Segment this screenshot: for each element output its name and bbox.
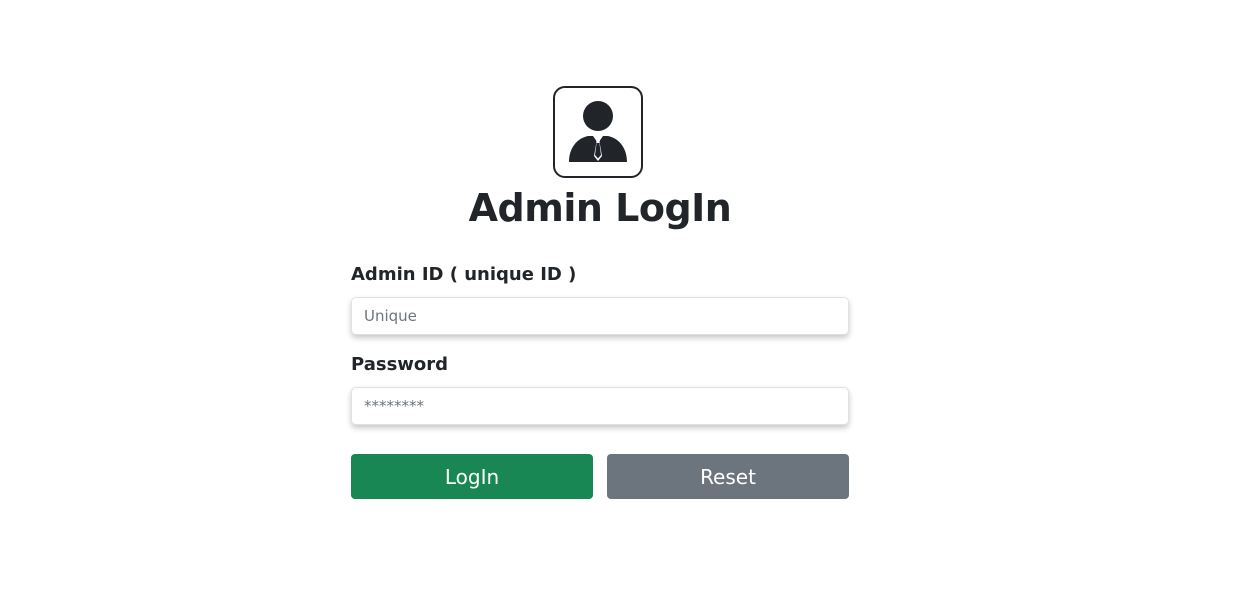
password-label: Password	[351, 354, 449, 375]
admin-logo	[553, 86, 643, 178]
page-title: Admin LogIn	[468, 186, 732, 230]
login-page: Admin LogIn Admin ID ( unique ID ) Passw…	[0, 0, 1234, 589]
password-group: Password	[351, 352, 849, 425]
password-input[interactable]	[351, 387, 849, 425]
form-actions: LogIn Reset	[351, 454, 849, 499]
admin-id-group: Admin ID ( unique ID )	[351, 262, 849, 335]
admin-id-label: Admin ID ( unique ID )	[351, 264, 577, 285]
reset-button[interactable]: Reset	[607, 454, 849, 499]
login-form: Admin ID ( unique ID ) Password LogIn Re…	[351, 262, 849, 499]
admin-user-icon	[569, 101, 627, 162]
login-button[interactable]: LogIn	[351, 454, 593, 499]
admin-id-input[interactable]	[351, 297, 849, 335]
